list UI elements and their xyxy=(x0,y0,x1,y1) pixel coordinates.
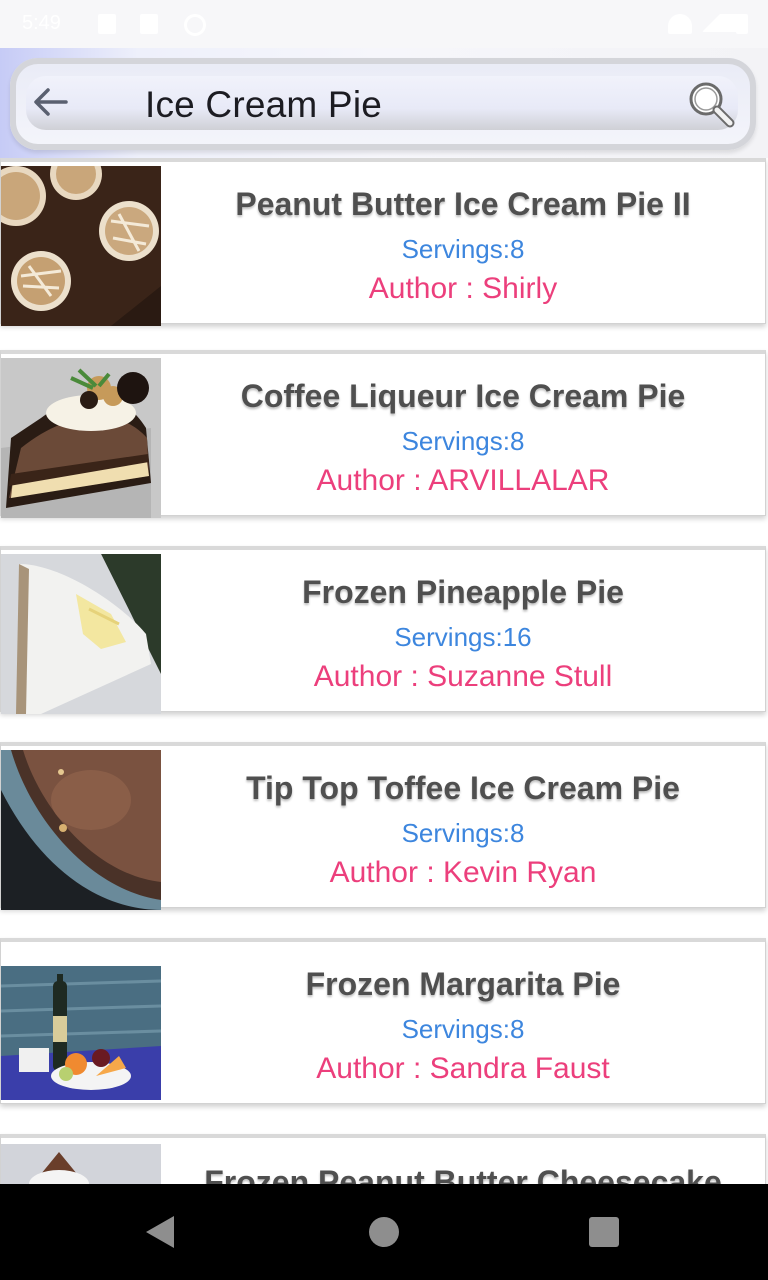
signal-icon xyxy=(702,14,740,32)
nav-back-icon xyxy=(146,1216,174,1248)
nav-recents-button[interactable] xyxy=(588,1216,620,1253)
search-bar xyxy=(10,58,756,150)
recipe-servings: Servings:8 xyxy=(401,426,525,456)
recipe-author: Author : Shirly xyxy=(368,272,558,305)
pineapple-pie-photo xyxy=(1,554,161,714)
recipe-author: Author : ARVILLALAR xyxy=(316,464,610,497)
notification-icon xyxy=(98,14,116,34)
recipe-author: Author : Suzanne Stull xyxy=(313,660,613,693)
recipe-servings: Servings:8 xyxy=(401,818,525,848)
recipe-list[interactable]: Peanut Butter Ice Cream Pie II Servings:… xyxy=(0,158,768,1184)
recipe-thumbnail xyxy=(1,358,161,518)
recipe-title: Frozen Peanut Butter Cheesecake xyxy=(204,1164,722,1184)
recipe-info: Tip Top Toffee Ice Cream Pie Servings:8 … xyxy=(161,746,765,907)
recipe-title: Coffee Liqueur Ice Cream Pie xyxy=(240,378,686,414)
recipe-author: Author : Sandra Faust xyxy=(316,1052,610,1085)
coffee-pie-photo xyxy=(1,358,161,518)
recipe-info: Frozen Pineapple Pie Servings:16 Author … xyxy=(161,550,765,711)
peanut-butter-pie-photo xyxy=(1,166,161,326)
recipe-card[interactable]: Tip Top Toffee Ice Cream Pie Servings:8 … xyxy=(0,742,766,910)
recipe-servings: Servings:8 xyxy=(401,234,525,264)
recipe-title: Frozen Pineapple Pie xyxy=(302,574,624,610)
search-query[interactable]: Ice Cream Pie xyxy=(145,84,382,126)
recipe-card[interactable]: Coffee Liqueur Ice Cream Pie Servings:8 … xyxy=(0,350,766,518)
recipe-card[interactable]: Frozen Pineapple Pie Servings:16 Author … xyxy=(0,546,766,714)
recipe-info: Coffee Liqueur Ice Cream Pie Servings:8 … xyxy=(161,354,765,515)
cheesecake-photo xyxy=(1,1144,161,1184)
recipe-card[interactable]: Frozen Peanut Butter Cheesecake xyxy=(0,1134,766,1184)
recipe-thumbnail xyxy=(1,166,161,326)
back-button[interactable] xyxy=(30,82,70,122)
recipe-thumbnail xyxy=(1,1144,161,1184)
margarita-pie-photo xyxy=(1,966,161,1100)
recipe-servings: Servings:16 xyxy=(394,622,532,652)
recipe-author: Author : Kevin Ryan xyxy=(329,856,597,889)
recipe-thumbnail xyxy=(1,966,161,1100)
status-time: 5:49 xyxy=(22,12,61,34)
toffee-pie-photo xyxy=(1,750,161,910)
wifi-icon xyxy=(668,14,692,34)
nav-home-button[interactable] xyxy=(368,1216,400,1253)
recipe-thumbnail xyxy=(1,750,161,910)
recipe-title: Peanut Butter Ice Cream Pie II xyxy=(235,186,691,222)
recipe-info: Frozen Margarita Pie Servings:8 Author :… xyxy=(161,942,765,1103)
status-bar: 5:49 xyxy=(0,0,768,48)
recipe-thumbnail xyxy=(1,554,161,714)
recipe-title: Frozen Margarita Pie xyxy=(305,966,621,1002)
sim-card-icon xyxy=(140,14,158,34)
system-nav-bar xyxy=(0,1184,768,1280)
recipe-servings: Servings:8 xyxy=(401,1014,525,1044)
sync-icon xyxy=(184,14,206,36)
recipe-title: Tip Top Toffee Ice Cream Pie xyxy=(246,770,680,806)
search-header: Ice Cream Pie xyxy=(0,48,768,158)
nav-recents-icon xyxy=(589,1217,619,1247)
arrow-left-icon xyxy=(34,88,68,116)
magnifier-icon xyxy=(689,82,735,128)
recipe-info: Peanut Butter Ice Cream Pie II Servings:… xyxy=(161,162,765,323)
recipe-card[interactable]: Frozen Margarita Pie Servings:8 Author :… xyxy=(0,938,766,1104)
recipe-card[interactable]: Peanut Butter Ice Cream Pie II Servings:… xyxy=(0,158,766,326)
battery-icon xyxy=(736,14,748,34)
recipe-info: Frozen Peanut Butter Cheesecake xyxy=(161,1138,765,1184)
nav-back-button[interactable] xyxy=(144,1214,178,1255)
search-button[interactable] xyxy=(684,78,738,130)
nav-home-icon xyxy=(369,1217,399,1247)
